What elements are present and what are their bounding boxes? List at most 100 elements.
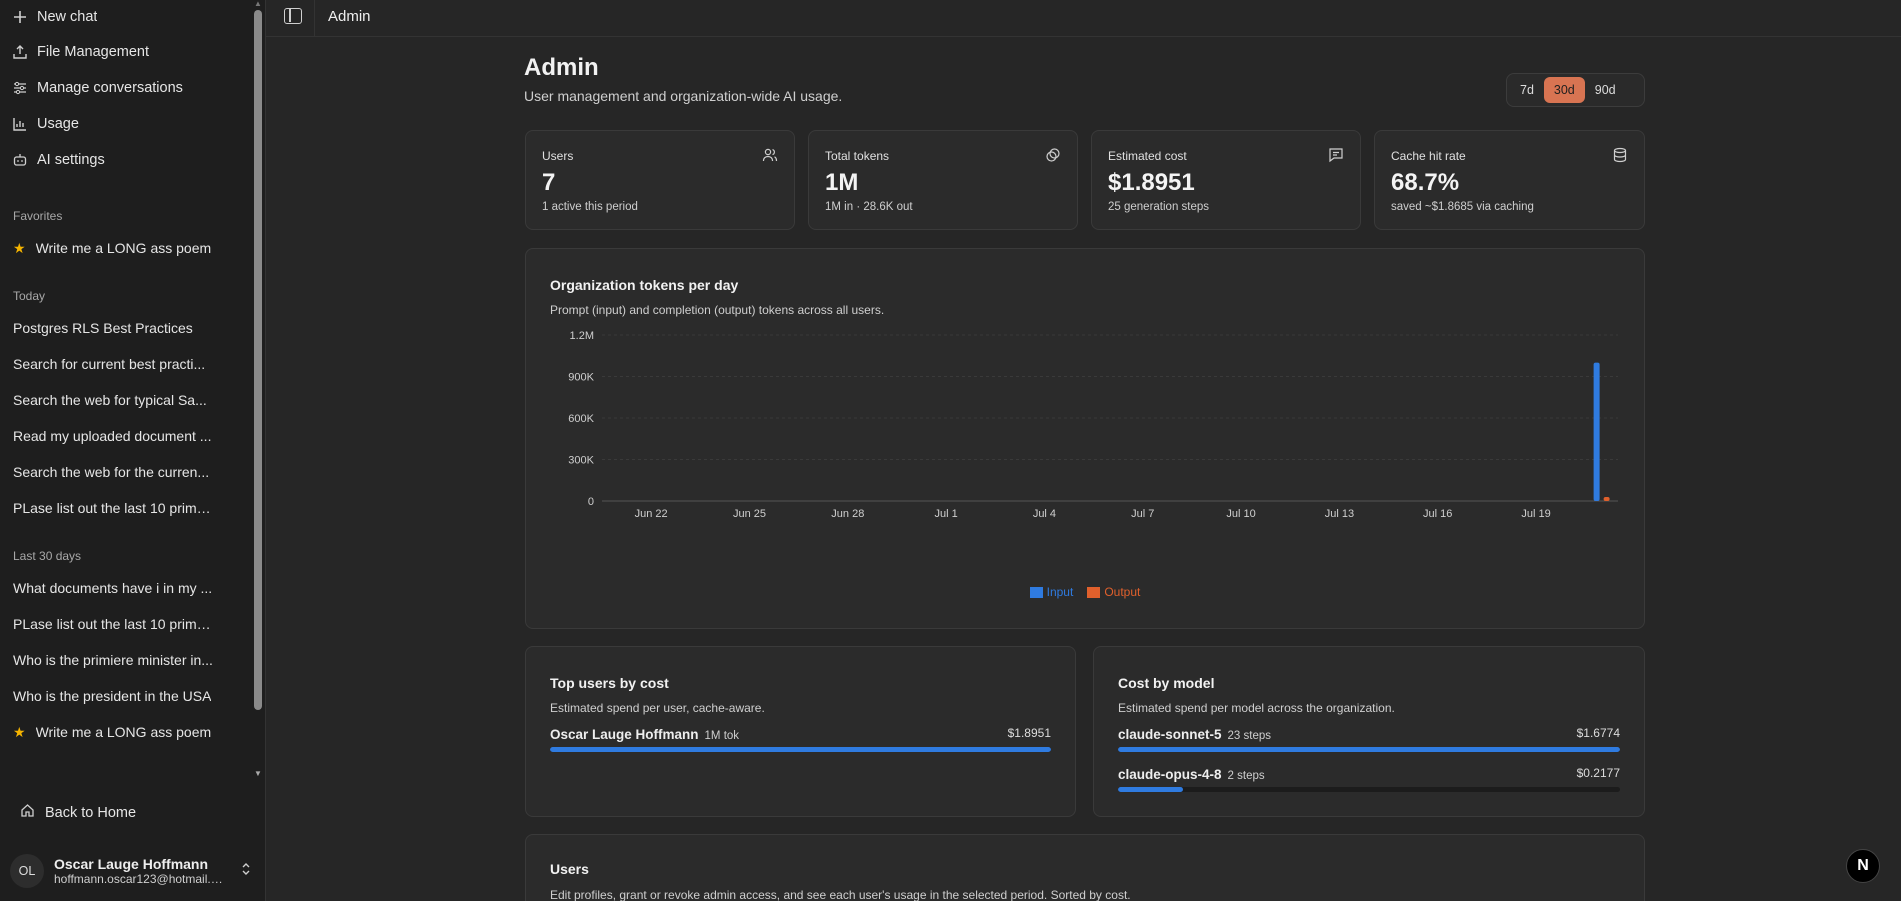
today-heading: Today — [13, 289, 46, 303]
chat-item[interactable]: What documents have i in my ... — [13, 573, 213, 603]
range-90d-button[interactable]: 90d — [1585, 77, 1626, 103]
chat-item[interactable]: Search the web for typical Sa... — [13, 385, 213, 415]
chat-item[interactable]: Search for current best practi... — [13, 349, 213, 379]
usage-button[interactable]: Usage — [0, 107, 250, 141]
x-tick-label: Jun 25 — [733, 508, 766, 520]
user-info: Oscar Lauge Hoffmann hoffmann.oscar123@h… — [54, 856, 224, 886]
bot-icon — [13, 153, 27, 167]
model-bar-fill — [1118, 747, 1620, 752]
top-users-by-cost-card: Top users by cost Estimated spend per us… — [525, 646, 1076, 817]
user-name: Oscar Lauge Hoffmann — [54, 856, 209, 872]
stat-value: $1.8951 — [1108, 169, 1195, 196]
legend-label-output: Output — [1104, 585, 1141, 599]
stat-card-users: Users 7 1 active this period — [525, 130, 795, 230]
chat-item-label: What documents have i in my ... — [13, 580, 213, 596]
stat-label: Estimated cost — [1108, 149, 1187, 163]
page-title: Admin — [524, 54, 599, 81]
top-user-bar-fill — [550, 747, 1051, 752]
manage-conversations-button[interactable]: Manage conversations — [0, 71, 250, 105]
chat-item[interactable]: PLase list out the last 10 prime... — [13, 493, 213, 523]
stat-sub: 1 active this period — [542, 201, 638, 213]
stat-value: 7 — [542, 169, 556, 196]
top-user-name: Oscar Lauge Hoffmann — [550, 727, 699, 742]
stat-value: 1M — [825, 169, 859, 196]
tokens-chart-subtitle: Prompt (input) and completion (output) t… — [550, 303, 885, 317]
stat-label: Cache hit rate — [1391, 149, 1466, 163]
x-tick-label: Jul 10 — [1226, 508, 1255, 520]
scrollbar-thumb[interactable] — [254, 10, 262, 710]
user-email: hoffmann.oscar123@hotmail.c... — [54, 872, 224, 886]
legend-swatch-input — [1029, 586, 1043, 598]
stat-sub: saved ~$1.8685 via caching — [1391, 201, 1534, 213]
y-tick-label: 900K — [568, 372, 594, 384]
chat-item[interactable]: PLase list out the last 10 prime... — [13, 609, 213, 639]
model-cost-row: claude-sonnet-5 23 steps $1.6774 — [1118, 726, 1620, 752]
x-tick-label: Jul 13 — [1325, 508, 1354, 520]
top-users-title: Top users by cost — [550, 675, 669, 691]
chat-item-label: Who is the primiere minister in... — [13, 652, 213, 668]
users-card-title: Users — [550, 861, 589, 877]
model-name: claude-sonnet-5 — [1118, 727, 1222, 742]
back-to-home-label: Back to Home — [45, 804, 137, 821]
chat-item-label: Write me a LONG ass poem — [35, 724, 212, 740]
stat-card-total-tokens: Total tokens 1M 1M in · 28.6K out — [808, 130, 1078, 230]
x-tick-label: Jul 4 — [1033, 508, 1056, 520]
app-root: New chat File Management Manage conversa… — [0, 0, 1901, 901]
favorite-chat-item[interactable]: ★ Write me a LONG ass poem — [13, 233, 213, 263]
chat-item[interactable]: Read my uploaded document ... — [13, 421, 213, 451]
sidebar-scroll-area: New chat File Management Manage conversa… — [0, 0, 250, 780]
legend-label-input: Input — [1046, 585, 1074, 599]
top-user-tokens: 1M tok — [704, 730, 740, 742]
legend-swatch-output — [1087, 586, 1101, 598]
scroll-down-arrow[interactable]: ▼ — [254, 770, 262, 778]
top-bar: Admin — [266, 0, 1901, 37]
x-tick-label: Jun 28 — [831, 508, 864, 520]
scroll-up-arrow[interactable]: ▲ — [254, 0, 262, 8]
usage-label: Usage — [37, 116, 79, 132]
new-chat-button[interactable]: New chat — [0, 0, 250, 34]
model-bar-fill — [1118, 787, 1184, 792]
chat-item-label: Who is the president in the USA — [13, 688, 212, 704]
range-7d-button[interactable]: 7d — [1510, 77, 1544, 103]
chat-item-label: Postgres RLS Best Practices — [13, 320, 193, 336]
plus-icon — [13, 10, 27, 24]
stat-label: Users — [542, 149, 574, 163]
last-30-days-heading: Last 30 days — [13, 549, 82, 563]
stat-value: 68.7% — [1391, 169, 1460, 196]
star-icon: ★ — [13, 239, 26, 256]
legend-output[interactable]: Output — [1087, 585, 1140, 599]
chat-item[interactable]: Who is the primiere minister in... — [13, 645, 213, 675]
tokens-chart-title: Organization tokens per day — [550, 277, 739, 293]
page-subtitle: User management and organization-wide AI… — [524, 88, 843, 104]
floating-n-button[interactable]: N — [1846, 849, 1880, 883]
tokens-per-day-chart: 0 300K 600K 900K 1.2M Jun 22 Jun 25 Jun 28 Jul 1… — [568, 330, 1618, 520]
home-icon — [20, 803, 35, 822]
chat-item[interactable]: Postgres RLS Best Practices — [13, 313, 213, 343]
back-to-home-button[interactable]: Back to Home — [20, 803, 136, 822]
ai-settings-label: AI settings — [37, 152, 105, 168]
model-bar-track — [1118, 747, 1620, 752]
stat-card-estimated-cost: Estimated cost $1.8951 25 generation ste… — [1091, 130, 1361, 230]
range-30d-button[interactable]: 30d — [1543, 77, 1585, 103]
legend-input[interactable]: Input — [1029, 585, 1074, 599]
y-tick-label: 0 — [588, 496, 594, 508]
sliders-icon — [13, 81, 27, 95]
message-square-icon — [1328, 147, 1344, 163]
chevron-up-down-icon — [241, 862, 251, 879]
sidebar-toggle-icon[interactable] — [284, 8, 302, 24]
chat-item[interactable]: ★ Write me a LONG ass poem — [13, 717, 213, 747]
user-menu[interactable]: OL Oscar Lauge Hoffmann hoffmann.oscar12… — [10, 850, 255, 892]
model-cost-row: claude-opus-4-8 2 steps $0.2177 — [1118, 766, 1620, 792]
stat-sub: 1M in · 28.6K out — [825, 201, 913, 213]
link-icon — [1045, 147, 1061, 163]
date-range-selector: 7d 30d 90d — [1506, 73, 1645, 107]
bar-input — [1593, 362, 1600, 501]
upload-icon — [13, 45, 27, 59]
users-icon — [762, 147, 778, 163]
file-management-button[interactable]: File Management — [0, 35, 250, 69]
sidebar-scrollbar[interactable]: ▲ ▼ — [251, 0, 265, 781]
file-management-label: File Management — [37, 44, 150, 60]
ai-settings-button[interactable]: AI settings — [0, 143, 250, 177]
chat-item[interactable]: Search the web for the curren... — [13, 457, 213, 487]
chat-item[interactable]: Who is the president in the USA — [13, 681, 213, 711]
